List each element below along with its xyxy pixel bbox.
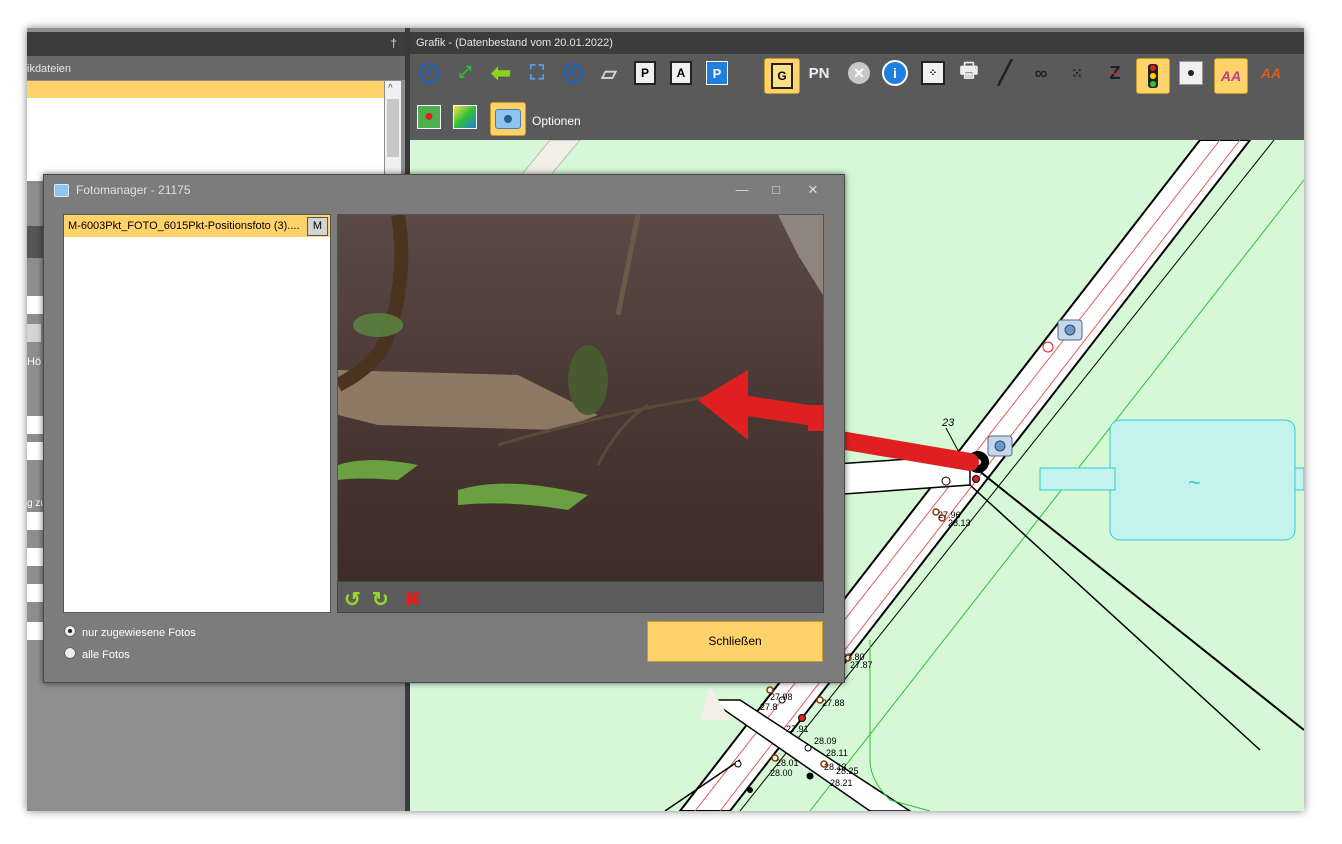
back-arrow-icon[interactable]: ⬅ — [486, 58, 516, 88]
radio-assigned-photos[interactable]: nur zugewiesene Fotos — [64, 625, 196, 639]
photo-list-item[interactable]: M-6003Pkt_FOTO_6015Pkt-Positionsfoto (3)… — [64, 215, 330, 237]
point-label-23: 23 — [941, 417, 955, 429]
left-field-2[interactable] — [27, 416, 43, 434]
camera-marker-2[interactable] — [987, 435, 1013, 457]
line-tool-icon[interactable]: ╱ — [990, 58, 1020, 88]
camera-marker-1[interactable] — [1057, 319, 1083, 341]
height-label-5: 27.98 — [770, 692, 793, 702]
height-label-2: 28.13 — [948, 518, 971, 528]
height-label-4: 27.87 — [850, 660, 873, 670]
maximize-button[interactable]: □ — [764, 175, 788, 205]
height-label-10: 28.01 — [776, 758, 799, 768]
left-panel-strip — [27, 226, 43, 258]
point-red-1[interactable] — [972, 475, 980, 483]
scroll-settings-icon[interactable]: ▱ — [594, 58, 624, 88]
photo-preview — [337, 214, 824, 583]
height-label-7: 27.91 — [786, 724, 809, 734]
scroll-up-icon[interactable]: ^ — [388, 83, 393, 94]
scroll-thumb[interactable] — [387, 99, 399, 157]
left-panel-header: † — [27, 32, 405, 56]
photo-image — [338, 215, 823, 582]
point-white-2[interactable] — [941, 476, 951, 486]
fit-extent-icon[interactable]: ⤢ — [450, 58, 480, 88]
parking-icon[interactable]: P — [702, 58, 732, 88]
map-tile-icon[interactable] — [450, 102, 480, 132]
water-channel — [1039, 467, 1116, 491]
close-icon[interactable]: ✕ — [801, 175, 825, 205]
height-label-8: 28.09 — [814, 736, 837, 746]
height-label-15: 27.8 — [760, 702, 778, 712]
dialog-title: Fotomanager - 21175 — [76, 183, 191, 197]
a-frame-icon[interactable]: A — [666, 58, 696, 88]
file-list[interactable] — [27, 81, 384, 181]
text-style-icon[interactable]: AA — [1214, 58, 1248, 94]
zoom-a-icon[interactable]: A — [414, 58, 444, 88]
z-strike-icon[interactable]: Z — [1100, 58, 1130, 88]
radio-all-photos[interactable]: alle Fotos — [64, 647, 130, 661]
google-maps-icon[interactable]: ● — [414, 102, 444, 132]
radio-assigned-label: nur zugewiesene Fotos — [82, 627, 196, 639]
rotate-right-icon[interactable]: ↻ — [372, 587, 389, 612]
zoom-extent-icon[interactable]: ⛶ — [522, 58, 552, 88]
water-channel-right — [1294, 467, 1304, 491]
printer-icon[interactable]: 🖶 — [954, 58, 984, 88]
file-list-scrollbar[interactable]: ^ — [385, 81, 401, 181]
height-label-9: 28.11 — [826, 748, 848, 758]
dots-frame-icon[interactable]: ⁘ — [918, 58, 948, 88]
left-field-3[interactable] — [27, 442, 43, 460]
height-label-14: 28.21 — [830, 778, 853, 788]
point-icon[interactable] — [1176, 58, 1206, 88]
graphics-title: Grafik - (Datenbestand vom 20.01.2022) — [410, 32, 1304, 54]
g-frame-icon[interactable]: G — [764, 58, 800, 94]
height-label-12: 28.25 — [836, 766, 859, 776]
left-field-5[interactable] — [27, 548, 43, 566]
photo-manager-dialog: Fotomanager - 21175 — □ ✕ M-6003Pkt_FOTO… — [43, 174, 845, 683]
file-list-selected-row[interactable] — [27, 81, 384, 98]
water-symbol: ~ — [1188, 470, 1201, 495]
pin-icon[interactable]: † — [390, 36, 397, 50]
left-field-1[interactable] — [27, 296, 43, 314]
info-icon[interactable]: i — [880, 58, 910, 88]
left-panel-subtitle: ikdateien — [27, 56, 405, 80]
left-tool-button[interactable] — [27, 324, 41, 342]
pn-icon[interactable]: PN — [804, 58, 834, 88]
grid-dots-icon[interactable]: ⁙ — [1062, 58, 1092, 88]
height-label-13: 28.00 — [770, 768, 793, 778]
zoom-r-icon[interactable]: R — [558, 58, 588, 88]
m-button[interactable]: M — [307, 217, 328, 236]
p-frame-icon[interactable]: P — [630, 58, 660, 88]
left-field-4[interactable] — [27, 512, 43, 530]
left-field-6[interactable] — [27, 584, 43, 602]
cancel-icon[interactable]: ✕ — [844, 58, 874, 88]
camera-icon[interactable] — [490, 102, 526, 136]
photo-toolbar: ↺ ↻ ✖ — [337, 581, 824, 613]
radio-dot[interactable] — [64, 647, 76, 659]
traffic-light-icon[interactable] — [1136, 58, 1170, 94]
text-add-icon[interactable]: AA — [1256, 58, 1286, 88]
dialog-titlebar[interactable]: Fotomanager - 21175 — □ ✕ — [44, 175, 844, 205]
camera-icon — [54, 184, 69, 197]
binoculars-icon[interactable]: ∞ — [1026, 58, 1056, 88]
height-label-6: 27.88 — [822, 698, 845, 708]
photo-list[interactable]: M-6003Pkt_FOTO_6015Pkt-Positionsfoto (3)… — [63, 214, 331, 613]
left-label-1: Hö — [27, 356, 42, 368]
rotate-left-icon[interactable]: ↺ — [344, 587, 361, 612]
left-field-7[interactable] — [27, 622, 43, 640]
minimize-button[interactable]: — — [730, 175, 754, 205]
water-area — [1109, 419, 1296, 541]
radio-all-label: alle Fotos — [82, 649, 130, 661]
options-label[interactable]: Optionen — [532, 114, 581, 128]
close-button[interactable]: Schließen — [647, 621, 823, 662]
radio-dot-selected[interactable] — [64, 625, 76, 637]
delete-icon[interactable]: ✖ — [404, 587, 421, 612]
photo-list-item-label: M-6003Pkt_FOTO_6015Pkt-Positionsfoto (3)… — [68, 220, 300, 232]
green-outline — [869, 640, 931, 811]
